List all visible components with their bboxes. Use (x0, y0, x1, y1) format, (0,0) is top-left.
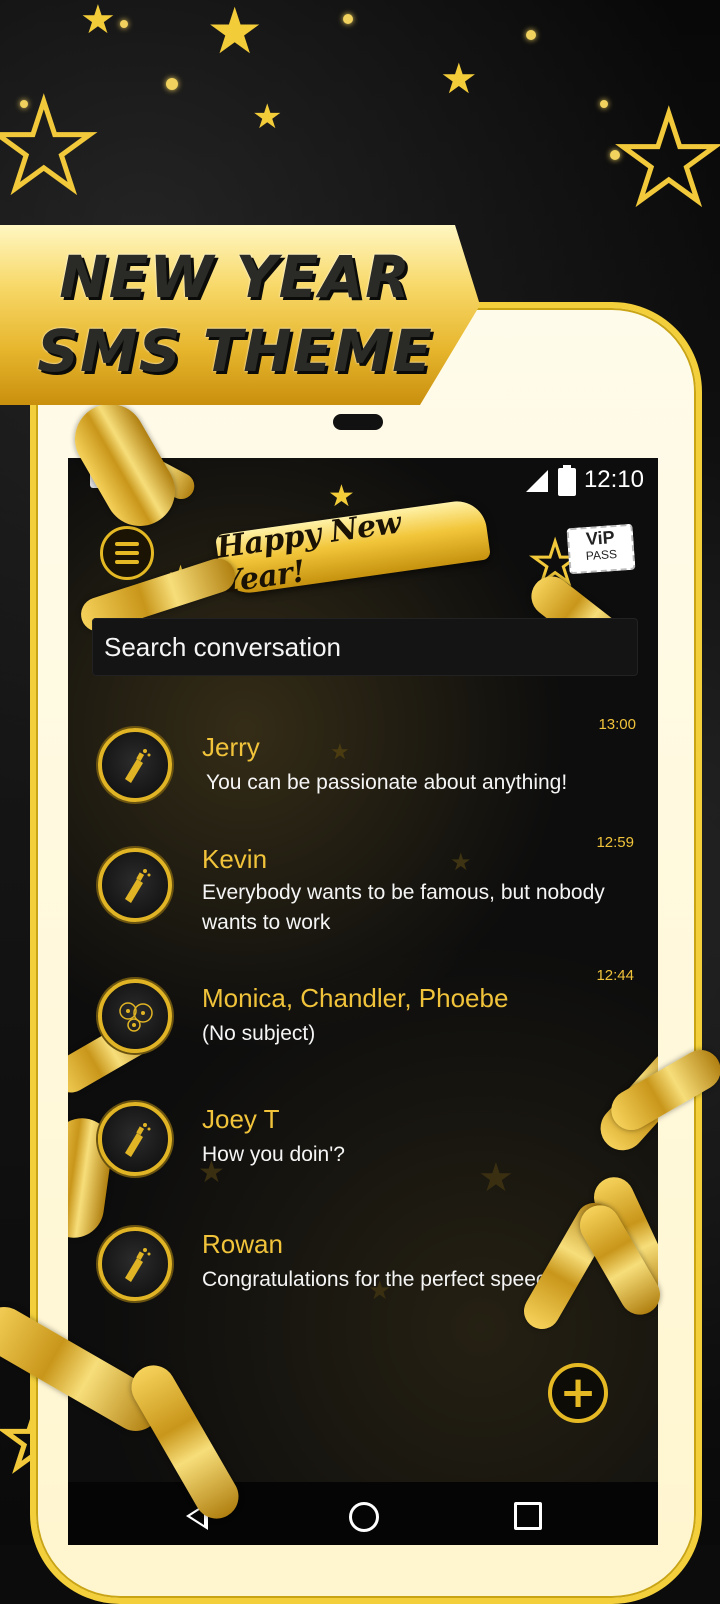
champagne-icon (98, 848, 172, 922)
contact-name: Joey T (202, 1104, 280, 1134)
search-input[interactable]: Search conversation (92, 618, 638, 676)
message-preview: You can be passionate about anything! (206, 771, 568, 794)
battery-icon (558, 465, 576, 496)
star-decoration: ★ (0, 78, 100, 217)
glitter-dot (600, 100, 608, 108)
contact-name: Monica, Chandler, Phoebe (202, 983, 509, 1013)
message-preview: Everybody wants to be famous, but nobody… (202, 881, 605, 934)
star-decoration: ★ (613, 90, 720, 229)
new-message-button[interactable]: + (548, 1363, 608, 1423)
message-time: 13:00 (598, 716, 636, 733)
star-decoration: ★ (252, 97, 283, 137)
contact-name: Kevin (202, 844, 268, 874)
recents-icon[interactable] (514, 1502, 542, 1530)
glitter-dot (526, 30, 536, 40)
conversation-item[interactable]: Kevin Everybody wants to be famous, but … (68, 828, 658, 938)
promo-title-line2: SMS THEME (37, 317, 433, 385)
plus-icon: + (559, 1367, 597, 1418)
glitter-dot (166, 78, 178, 90)
vip-pass-button[interactable]: ViP PASS (566, 523, 636, 575)
conversation-item[interactable]: Joey T How you doin'? (68, 1098, 658, 1198)
message-time: 12:44 (596, 967, 634, 984)
champagne-icon (98, 1102, 172, 1176)
contact-name: Jerry (202, 732, 260, 762)
menu-button[interactable] (100, 526, 154, 580)
glitter-dot (343, 14, 353, 24)
status-time: 12:10 (583, 466, 644, 493)
home-icon[interactable] (349, 1502, 379, 1532)
glitter-dot (610, 150, 620, 160)
hamburger-icon-line (115, 542, 139, 546)
glitter-dot (20, 100, 28, 108)
promo-banner: NEW YEAR SMS THEME (0, 225, 480, 405)
message-preview: How you doin'? (202, 1143, 345, 1166)
star-decoration: ★ (80, 0, 116, 43)
pass-label: PASS (585, 546, 618, 564)
champagne-icon (98, 1227, 172, 1301)
star-decoration: ★ (440, 54, 478, 103)
glitter-dot (120, 20, 128, 28)
message-time: 12:59 (596, 834, 634, 851)
hamburger-icon-line (115, 551, 139, 555)
message-preview: (No subject) (202, 1022, 316, 1045)
fireworks-icon (98, 979, 172, 1053)
conversation-item[interactable]: Monica, Chandler, Phoebe (No subject) 12… (68, 963, 658, 1073)
navigation-bar (68, 1482, 658, 1545)
search-placeholder: Search conversation (104, 632, 342, 662)
signal-icon (526, 470, 548, 492)
promo-title-line1: NEW YEAR (59, 243, 411, 311)
hamburger-icon-line (115, 560, 139, 564)
champagne-icon (98, 728, 172, 802)
star-decoration: ★ (206, 0, 264, 69)
phone-speaker (333, 414, 383, 430)
conversation-item[interactable]: Jerry You can be passionate about anythi… (68, 708, 658, 808)
contact-name: Rowan (202, 1229, 283, 1259)
